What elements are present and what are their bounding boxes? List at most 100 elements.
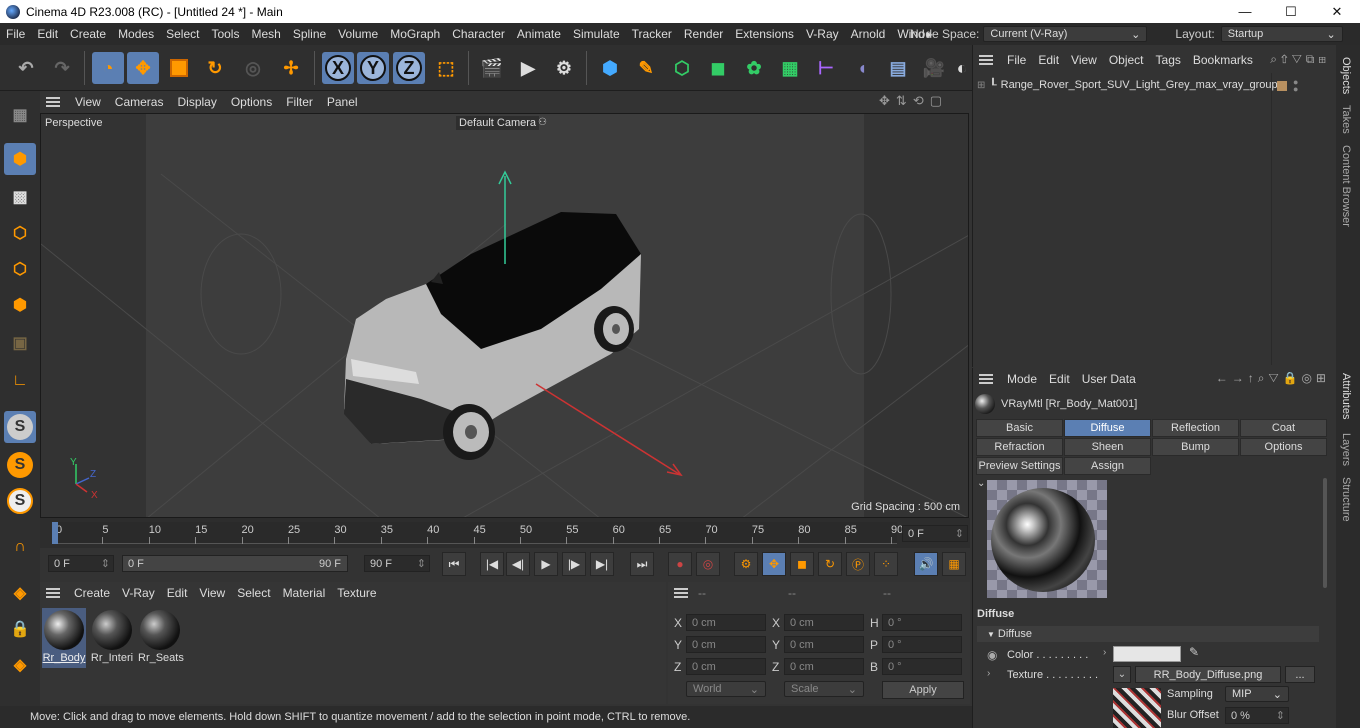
axis-mode-icon[interactable]: ∟ (4, 365, 36, 397)
menu-spline[interactable]: Spline (287, 27, 332, 41)
key-pla-icon[interactable]: ⁘ (874, 552, 898, 576)
field-icon[interactable]: ◖ (846, 52, 878, 84)
menu-extensions[interactable]: Extensions (729, 27, 800, 41)
material-menu-create[interactable]: Create (68, 586, 116, 600)
timeline-window-icon[interactable]: ▦ (942, 552, 966, 576)
array-icon[interactable]: ▦ (774, 52, 806, 84)
redo-icon[interactable]: ↷ (46, 52, 78, 84)
recent-tools-icon[interactable]: ◎ (237, 52, 269, 84)
menu-vray[interactable]: V-Ray (800, 27, 845, 41)
autokey-icon[interactable]: ◎ (696, 552, 720, 576)
sampling-dropdown[interactable]: MIP ⌄ (1225, 686, 1289, 702)
tab-basic[interactable]: Basic (976, 419, 1063, 437)
go-to-start-icon[interactable]: ⏮ (442, 552, 466, 576)
viewport-menu-panel[interactable]: Panel (320, 95, 365, 109)
render-view-icon[interactable]: 🎬 (476, 52, 508, 84)
subdivision-surface-icon[interactable]: ⬡ (666, 52, 698, 84)
key-position-icon[interactable]: ✥ (762, 552, 786, 576)
objects-menu-bookmarks[interactable]: Bookmarks (1187, 53, 1259, 67)
uv-mode-icon[interactable]: ▣ (4, 327, 36, 359)
tab-preview-settings[interactable]: Preview Settings (976, 457, 1063, 475)
apply-button[interactable]: Apply (882, 681, 964, 699)
snap-settings-icon[interactable]: S (4, 449, 36, 481)
quantize-icon[interactable]: S (4, 485, 36, 517)
current-frame-field[interactable]: 0 F ⇕ (902, 525, 968, 542)
make-editable-icon[interactable]: ▦ (4, 99, 36, 131)
rail-tab-takes[interactable]: Takes (1340, 105, 1352, 134)
minimize-button[interactable]: — (1222, 0, 1268, 23)
sound-icon[interactable]: 🔊 (914, 552, 938, 576)
hamburger-icon[interactable] (979, 374, 993, 384)
menu-select[interactable]: Select (160, 27, 205, 41)
viewport-menu-cameras[interactable]: Cameras (108, 95, 171, 109)
objects-menu-view[interactable]: View (1065, 53, 1103, 67)
texture-file-button[interactable]: RR_Body_Diffuse.png (1135, 666, 1281, 683)
move-tool-icon[interactable]: ✥ (127, 52, 159, 84)
key-rotation-icon[interactable]: ↻ (818, 552, 842, 576)
viewport-menu-display[interactable]: Display (170, 95, 223, 109)
coordinate-mode-dropdown[interactable]: World ⌄ (686, 681, 766, 697)
chevron-right-icon[interactable]: › (987, 668, 990, 679)
previous-frame-icon[interactable]: ◀| (506, 552, 530, 576)
material-item[interactable]: Rr_Interi (90, 608, 134, 668)
viewport-menu-view[interactable]: View (68, 95, 108, 109)
menu-character[interactable]: Character (446, 27, 511, 41)
tab-coat[interactable]: Coat (1240, 419, 1327, 437)
menu-file[interactable]: File (0, 27, 31, 41)
objects-menu-object[interactable]: Object (1103, 53, 1150, 67)
menu-edit[interactable]: Edit (31, 27, 64, 41)
hamburger-icon[interactable] (46, 588, 60, 598)
chevron-down-icon[interactable]: ⌄ (977, 478, 985, 489)
material-menu-view[interactable]: View (193, 586, 231, 600)
locked-workplane-icon[interactable]: 🔒 (4, 613, 36, 645)
timeline-ruler[interactable]: 0 5 10 15 20 25 30 35 40 45 50 55 60 65 70 75 80 85 90 0 F… (40, 518, 970, 548)
menu-modes[interactable]: Modes (112, 27, 160, 41)
tab-bump[interactable]: Bump (1152, 438, 1239, 456)
viewport-navigation-icons[interactable]: ✥⇅⟲▢ (879, 93, 948, 109)
frame-range-slider[interactable]: 0 F 90 F (122, 555, 348, 572)
eyedropper-icon[interactable]: ✎ (1189, 645, 1199, 659)
cube-primitive-icon[interactable]: ⬢ (594, 52, 626, 84)
rotation-b-field[interactable]: 0 ° (882, 658, 962, 675)
play-icon[interactable]: ▶ (534, 552, 558, 576)
tab-sheen[interactable]: Sheen (1064, 438, 1151, 456)
bend-deformer-icon[interactable]: ⊢ (810, 52, 842, 84)
menu-mesh[interactable]: Mesh (245, 27, 286, 41)
next-frame-icon[interactable]: |▶ (562, 552, 586, 576)
hamburger-icon[interactable] (46, 96, 60, 107)
render-settings-icon[interactable]: ⚙ (548, 52, 580, 84)
light-icon[interactable]: ◐ (954, 52, 970, 84)
blur-offset-field[interactable]: 0 % ⇕ (1225, 707, 1289, 724)
perspective-viewport[interactable]: Perspective Default Camera ⚇ Y Z X Grid … (40, 113, 969, 518)
select-tool-icon[interactable]: ◔ (92, 52, 124, 84)
node-space-dropdown[interactable]: Current (V-Ray) ⌄ (983, 26, 1148, 42)
tab-refraction[interactable]: Refraction (976, 438, 1063, 456)
size-x-field[interactable]: 0 cm (784, 614, 864, 631)
rail-tab-content-browser[interactable]: Content Browser (1340, 145, 1352, 227)
hamburger-icon[interactable] (674, 588, 688, 598)
rail-tab-structure[interactable]: Structure (1340, 477, 1352, 522)
material-menu-vray[interactable]: V-Ray (116, 586, 161, 600)
rotation-p-field[interactable]: 0 ° (882, 636, 962, 653)
visibility-dots-icon[interactable]: ● ● (1293, 78, 1298, 94)
attributes-menu-edit[interactable]: Edit (1043, 372, 1076, 386)
rail-tab-objects[interactable]: Objects (1340, 57, 1352, 94)
texture-browse-button[interactable]: ... (1285, 666, 1315, 683)
tab-assign[interactable]: Assign (1064, 457, 1151, 475)
position-y-field[interactable]: 0 cm (686, 636, 766, 653)
timeline-playhead[interactable] (52, 522, 58, 544)
material-item[interactable]: Rr_Body (42, 608, 86, 668)
workplane-icon[interactable]: ◈ (4, 577, 36, 609)
edges-mode-icon[interactable]: ⬡ (4, 253, 36, 285)
object-row[interactable]: ⊞ ┖ Range_Rover_Sport_SUV_Light_Grey_max… (973, 75, 1278, 95)
color-swatch[interactable] (1113, 646, 1181, 662)
x-axis-lock-button[interactable]: X (322, 52, 354, 84)
menu-arnold[interactable]: Arnold (845, 27, 892, 41)
chevron-down-icon[interactable]: ⌄ (1113, 666, 1131, 683)
tab-options[interactable]: Options (1240, 438, 1327, 456)
expand-icon[interactable]: ⊞ (977, 80, 985, 91)
close-button[interactable]: ✕ (1314, 0, 1360, 23)
position-x-field[interactable]: 0 cm (686, 614, 766, 631)
layout-dropdown[interactable]: Startup ⌄ (1220, 26, 1343, 42)
next-key-icon[interactable]: ▶| (590, 552, 614, 576)
